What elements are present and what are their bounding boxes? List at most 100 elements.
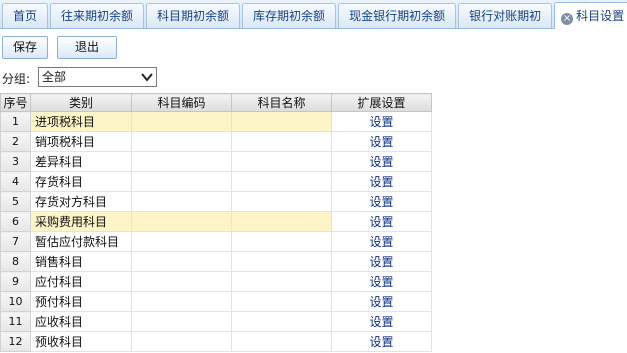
setup-link[interactable]: 设置 bbox=[331, 211, 432, 232]
table-row[interactable]: 1 进项税科目 设置 bbox=[0, 111, 432, 132]
tab-0[interactable]: 首页 bbox=[2, 3, 49, 28]
column-header-ext-settings[interactable]: 扩展设置 bbox=[331, 93, 432, 112]
name-cell[interactable] bbox=[231, 311, 332, 332]
tab-4[interactable]: 现金银行期初余额 bbox=[338, 3, 457, 28]
category-cell[interactable]: 销项税科目 bbox=[30, 131, 132, 152]
setup-link[interactable]: 设置 bbox=[331, 291, 432, 312]
code-cell[interactable] bbox=[131, 131, 232, 152]
table-row[interactable]: 10 预付科目 设置 bbox=[0, 291, 432, 312]
setup-link[interactable]: 设置 bbox=[331, 251, 432, 272]
setup-link[interactable]: 设置 bbox=[331, 111, 432, 132]
code-cell[interactable] bbox=[131, 331, 232, 352]
exit-button[interactable]: 退出 bbox=[57, 36, 117, 59]
setup-link[interactable]: 设置 bbox=[331, 271, 432, 292]
column-header-no[interactable]: 序号 bbox=[0, 93, 31, 112]
name-cell[interactable] bbox=[231, 171, 332, 192]
row-number-cell: 12 bbox=[0, 331, 31, 352]
subject-settings-grid: 序号 类别 科目编码 科目名称 扩展设置 1 进项税科目 设置 2 销项税科目 设置 3 差异… bbox=[0, 93, 432, 352]
tab-label: 现金银行期初余额 bbox=[349, 9, 446, 23]
group-filter-label: 分组: bbox=[2, 72, 31, 86]
row-number-cell: 1 bbox=[0, 111, 31, 132]
group-select-value: 全部 bbox=[42, 70, 67, 84]
category-cell[interactable]: 进项税科目 bbox=[30, 111, 132, 132]
category-cell[interactable]: 差异科目 bbox=[30, 151, 132, 172]
code-cell[interactable] bbox=[131, 151, 232, 172]
table-row[interactable]: 8 销售科目 设置 bbox=[0, 251, 432, 272]
row-number-cell: 6 bbox=[0, 211, 31, 232]
row-number-cell: 2 bbox=[0, 131, 31, 152]
table-row[interactable]: 4 存货科目 设置 bbox=[0, 171, 432, 192]
setup-link[interactable]: 设置 bbox=[331, 151, 432, 172]
table-row[interactable]: 12 预收科目 设置 bbox=[0, 331, 432, 352]
row-number-cell: 5 bbox=[0, 191, 31, 212]
name-cell[interactable] bbox=[231, 271, 332, 292]
group-filter: 分组: 全部 bbox=[0, 66, 300, 88]
setup-link[interactable]: 设置 bbox=[331, 131, 432, 152]
table-row[interactable]: 6 采购费用科目 设置 bbox=[0, 211, 432, 232]
code-cell[interactable] bbox=[131, 231, 232, 252]
category-cell[interactable]: 预付科目 bbox=[30, 291, 132, 312]
code-cell[interactable] bbox=[131, 311, 232, 332]
tab-3[interactable]: 库存期初余额 bbox=[242, 3, 337, 28]
column-header-name[interactable]: 科目名称 bbox=[231, 93, 332, 112]
tab-2[interactable]: 科目期初余额 bbox=[146, 3, 241, 28]
row-number-cell: 7 bbox=[0, 231, 31, 252]
table-row[interactable]: 11 应收科目 设置 bbox=[0, 311, 432, 332]
tab-label: 库存期初余额 bbox=[253, 9, 326, 23]
grid-header-row: 序号 类别 科目编码 科目名称 扩展设置 bbox=[0, 93, 432, 112]
row-number-cell: 3 bbox=[0, 151, 31, 172]
name-cell[interactable] bbox=[231, 131, 332, 152]
category-cell[interactable]: 暂估应付款科目 bbox=[30, 231, 132, 252]
chevron-down-icon[interactable] bbox=[141, 70, 153, 84]
row-number-cell: 10 bbox=[0, 291, 31, 312]
column-header-category[interactable]: 类别 bbox=[30, 93, 132, 112]
code-cell[interactable] bbox=[131, 191, 232, 212]
group-select[interactable]: 全部 bbox=[38, 67, 157, 87]
tab-5[interactable]: 银行对账期初 bbox=[458, 3, 553, 28]
setup-link[interactable]: 设置 bbox=[331, 231, 432, 252]
code-cell[interactable] bbox=[131, 291, 232, 312]
setup-link[interactable]: 设置 bbox=[331, 191, 432, 212]
row-number-cell: 9 bbox=[0, 271, 31, 292]
row-number-cell: 11 bbox=[0, 311, 31, 332]
save-button[interactable]: 保存 bbox=[2, 36, 48, 59]
name-cell[interactable] bbox=[231, 191, 332, 212]
table-row[interactable]: 3 差异科目 设置 bbox=[0, 151, 432, 172]
table-row[interactable]: 9 应付科目 设置 bbox=[0, 271, 432, 292]
tab-label: 科目设置 bbox=[576, 9, 625, 23]
category-cell[interactable]: 预收科目 bbox=[30, 331, 132, 352]
table-row[interactable]: 7 暂估应付款科目 设置 bbox=[0, 231, 432, 252]
category-cell[interactable]: 应收科目 bbox=[30, 311, 132, 332]
row-number-cell: 8 bbox=[0, 251, 31, 272]
code-cell[interactable] bbox=[131, 111, 232, 132]
setup-link[interactable]: 设置 bbox=[331, 311, 432, 332]
category-cell[interactable]: 存货对方科目 bbox=[30, 191, 132, 212]
category-cell[interactable]: 销售科目 bbox=[30, 251, 132, 272]
category-cell[interactable]: 应付科目 bbox=[30, 271, 132, 292]
category-cell[interactable]: 存货科目 bbox=[30, 171, 132, 192]
tab-6[interactable]: × 科目设置 bbox=[554, 2, 627, 29]
toolbar: 保存 退出 bbox=[0, 30, 627, 62]
name-cell[interactable] bbox=[231, 111, 332, 132]
code-cell[interactable] bbox=[131, 251, 232, 272]
name-cell[interactable] bbox=[231, 211, 332, 232]
setup-link[interactable]: 设置 bbox=[331, 331, 432, 352]
tab-strip: 首页 往来期初余额 科目期初余额 库存期初余额 现金银行期初余额 银行对账期初 × 科目设置 bbox=[0, 0, 627, 29]
table-row[interactable]: 5 存货对方科目 设置 bbox=[0, 191, 432, 212]
name-cell[interactable] bbox=[231, 291, 332, 312]
tab-label: 银行对账期初 bbox=[469, 9, 542, 23]
column-header-code[interactable]: 科目编码 bbox=[131, 93, 232, 112]
code-cell[interactable] bbox=[131, 171, 232, 192]
name-cell[interactable] bbox=[231, 231, 332, 252]
code-cell[interactable] bbox=[131, 271, 232, 292]
category-cell[interactable]: 采购费用科目 bbox=[30, 211, 132, 232]
table-row[interactable]: 2 销项税科目 设置 bbox=[0, 131, 432, 152]
close-icon[interactable]: × bbox=[561, 13, 574, 25]
tab-label: 科目期初余额 bbox=[157, 9, 230, 23]
name-cell[interactable] bbox=[231, 251, 332, 272]
name-cell[interactable] bbox=[231, 331, 332, 352]
name-cell[interactable] bbox=[231, 151, 332, 172]
tab-1[interactable]: 往来期初余额 bbox=[50, 3, 145, 28]
code-cell[interactable] bbox=[131, 211, 232, 232]
setup-link[interactable]: 设置 bbox=[331, 171, 432, 192]
